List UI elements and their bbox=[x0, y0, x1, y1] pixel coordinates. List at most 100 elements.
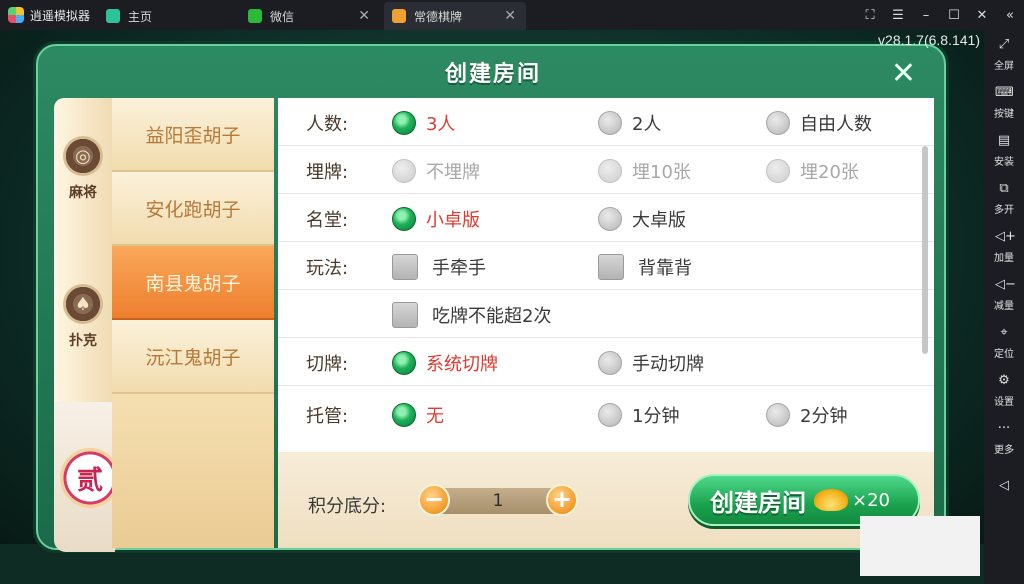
bury-none-radio[interactable]: 不埋牌 bbox=[392, 158, 480, 184]
apk-icon: ▤ bbox=[997, 132, 1011, 148]
radio-icon bbox=[766, 159, 790, 183]
brand-label: 逍遥模拟器 bbox=[30, 8, 91, 23]
tab-game-label: 常德棋牌 bbox=[414, 9, 463, 24]
mahjong-icon: ◎ bbox=[63, 136, 103, 176]
options-panel[interactable]: 人数: 3人 2人 自由人数 埋牌: 不埋牌 埋10张 埋20张 名堂: 小卓版… bbox=[278, 98, 934, 452]
sidebar-location-label: 定位 bbox=[994, 348, 1014, 360]
bury-none-text: 不埋牌 bbox=[426, 162, 480, 183]
sidebar-more[interactable]: ··· 更多 bbox=[994, 414, 1014, 462]
tab-wechat[interactable]: 微信 ✕ bbox=[240, 2, 380, 30]
game-bottom-bar bbox=[0, 544, 984, 584]
option-row-hall: 名堂: 小卓版 大卓版 bbox=[278, 194, 934, 242]
radio-icon bbox=[598, 351, 622, 375]
collapse-sidebar-icon[interactable]: « bbox=[996, 8, 1024, 23]
auto-2min-text: 2分钟 bbox=[800, 406, 848, 427]
minimize-icon[interactable]: – bbox=[912, 8, 940, 23]
players-2-text: 2人 bbox=[632, 114, 662, 135]
base-score-stepper: 1 − + bbox=[418, 484, 578, 518]
sidebar-back[interactable]: ◁ bbox=[995, 464, 1013, 512]
radio-icon bbox=[766, 403, 790, 427]
tab-game[interactable]: 常德棋牌 ✕ bbox=[384, 2, 526, 30]
hall-label: 名堂: bbox=[306, 210, 349, 231]
sidebar-volume-down[interactable]: ◁− 减量 bbox=[994, 270, 1016, 318]
radio-checked-icon bbox=[392, 111, 416, 135]
radio-icon bbox=[392, 159, 416, 183]
players-free-radio[interactable]: 自由人数 bbox=[766, 110, 872, 136]
emulator-sidebar: ⤢ 全屏 ⌨ 按键 ▤ 安装 ⧉ 多开 ◁+ 加量 ◁− 减量 ⌖ 定位 ⚙ 设置 ··· 更多 … bbox=[984, 30, 1024, 584]
close-dialog-button[interactable]: ✕ bbox=[891, 59, 916, 89]
menu-icon[interactable]: ☰ bbox=[884, 8, 912, 23]
auto-none-radio[interactable]: 无 bbox=[392, 402, 444, 428]
radio-icon bbox=[766, 111, 790, 135]
checkbox-icon bbox=[392, 254, 418, 280]
sidebar-install[interactable]: ▤ 安装 bbox=[994, 126, 1014, 174]
radio-icon bbox=[598, 159, 622, 183]
tab-home-label: 主页 bbox=[128, 9, 153, 24]
game-item-nanxian[interactable]: 南县鬼胡子 bbox=[112, 246, 274, 320]
cut-manual-text: 手动切牌 bbox=[632, 354, 704, 375]
rules-eat-limit-checkbox[interactable]: 吃牌不能超2次 bbox=[392, 302, 551, 328]
players-2-radio[interactable]: 2人 bbox=[598, 110, 661, 136]
game-item-yiyang[interactable]: 益阳歪胡子 bbox=[112, 98, 274, 172]
cut-system-radio[interactable]: 系统切牌 bbox=[392, 350, 498, 376]
decrease-score-button[interactable]: − bbox=[418, 484, 450, 516]
bury-10-text: 埋10张 bbox=[632, 162, 691, 183]
multi-instance-icon: ⧉ bbox=[999, 180, 1009, 196]
cut-manual-radio[interactable]: 手动切牌 bbox=[598, 350, 704, 376]
game-item-anhua[interactable]: 安化跑胡子 bbox=[112, 172, 274, 246]
category-mahjong[interactable]: ◎ 麻将 bbox=[54, 136, 112, 202]
rules-back-to-back-text: 背靠背 bbox=[638, 258, 692, 279]
bury-label: 埋牌: bbox=[306, 162, 349, 183]
sidebar-more-label: 更多 bbox=[994, 444, 1014, 456]
auto-2min-radio[interactable]: 2分钟 bbox=[766, 402, 847, 428]
volume-up-icon: ◁+ bbox=[995, 228, 1016, 244]
options-scrollbar[interactable] bbox=[922, 146, 928, 354]
badge-emblem: 贰 bbox=[60, 448, 120, 508]
sidebar-fullscreen-label: 全屏 bbox=[994, 60, 1014, 72]
overlay-patch bbox=[860, 516, 980, 576]
score-area: 积分底分: 1 − + 创建房间 ×20 bbox=[278, 452, 934, 548]
sidebar-volume-up[interactable]: ◁+ 加量 bbox=[994, 222, 1016, 270]
rules-hand-in-hand-checkbox[interactable]: 手牵手 bbox=[392, 254, 486, 280]
hall-small-radio[interactable]: 小卓版 bbox=[392, 206, 480, 232]
sidebar-location[interactable]: ⌖ 定位 bbox=[994, 318, 1014, 366]
bury-20-text: 埋20张 bbox=[800, 162, 859, 183]
wechat-tab-icon bbox=[248, 9, 262, 23]
tab-game-close-icon[interactable]: ✕ bbox=[504, 8, 516, 24]
sidebar-install-label: 安装 bbox=[994, 156, 1014, 168]
rules-hand-in-hand-text: 手牵手 bbox=[432, 258, 486, 279]
sidebar-fullscreen[interactable]: ⤢ 全屏 bbox=[994, 30, 1014, 78]
rules-back-to-back-checkbox[interactable]: 背靠背 bbox=[598, 254, 692, 280]
option-row-cut: 切牌: 系统切牌 手动切牌 bbox=[278, 338, 934, 386]
radio-checked-icon bbox=[392, 351, 416, 375]
players-free-text: 自由人数 bbox=[800, 114, 872, 135]
players-label: 人数: bbox=[306, 114, 349, 135]
sidebar-multi[interactable]: ⧉ 多开 bbox=[994, 174, 1014, 222]
hall-large-radio[interactable]: 大卓版 bbox=[598, 206, 686, 232]
room-cost: ×20 bbox=[852, 489, 890, 511]
auto-label: 托管: bbox=[306, 406, 349, 427]
sidebar-settings[interactable]: ⚙ 设置 bbox=[994, 366, 1014, 414]
game-item-yuanjiang[interactable]: 沅江鬼胡子 bbox=[112, 320, 274, 394]
fullscreen-icon: ⤢ bbox=[998, 36, 1010, 52]
tab-home[interactable]: 主页 bbox=[98, 2, 236, 30]
sidebar-keymap[interactable]: ⌨ 按键 bbox=[994, 78, 1014, 126]
radio-icon bbox=[598, 111, 622, 135]
maximize-icon[interactable]: ☐ bbox=[940, 8, 968, 23]
players-3-radio[interactable]: 3人 bbox=[392, 110, 455, 136]
cut-system-text: 系统切牌 bbox=[426, 354, 498, 375]
volume-down-icon: ◁− bbox=[995, 276, 1016, 292]
auto-1min-text: 1分钟 bbox=[632, 406, 680, 427]
increase-score-button[interactable]: + bbox=[546, 484, 578, 516]
close-window-icon[interactable]: ✕ bbox=[968, 8, 996, 23]
radio-icon bbox=[598, 403, 622, 427]
bury-20-radio[interactable]: 埋20张 bbox=[766, 158, 859, 184]
screenshot-icon[interactable]: ⛶ bbox=[856, 8, 884, 23]
tab-wechat-close-icon[interactable]: ✕ bbox=[358, 8, 370, 24]
category-poker[interactable]: ♠ 扑克 bbox=[54, 284, 112, 350]
auto-1min-radio[interactable]: 1分钟 bbox=[598, 402, 679, 428]
base-score-label: 积分底分: bbox=[308, 496, 387, 517]
create-room-dialog: 创建房间 ✕ ◎ 麻将 ♠ 扑克 贰 益阳歪胡子 安化跑胡子 南县鬼胡子 沅江鬼… bbox=[36, 44, 946, 552]
radio-checked-icon bbox=[392, 207, 416, 231]
bury-10-radio[interactable]: 埋10张 bbox=[598, 158, 691, 184]
